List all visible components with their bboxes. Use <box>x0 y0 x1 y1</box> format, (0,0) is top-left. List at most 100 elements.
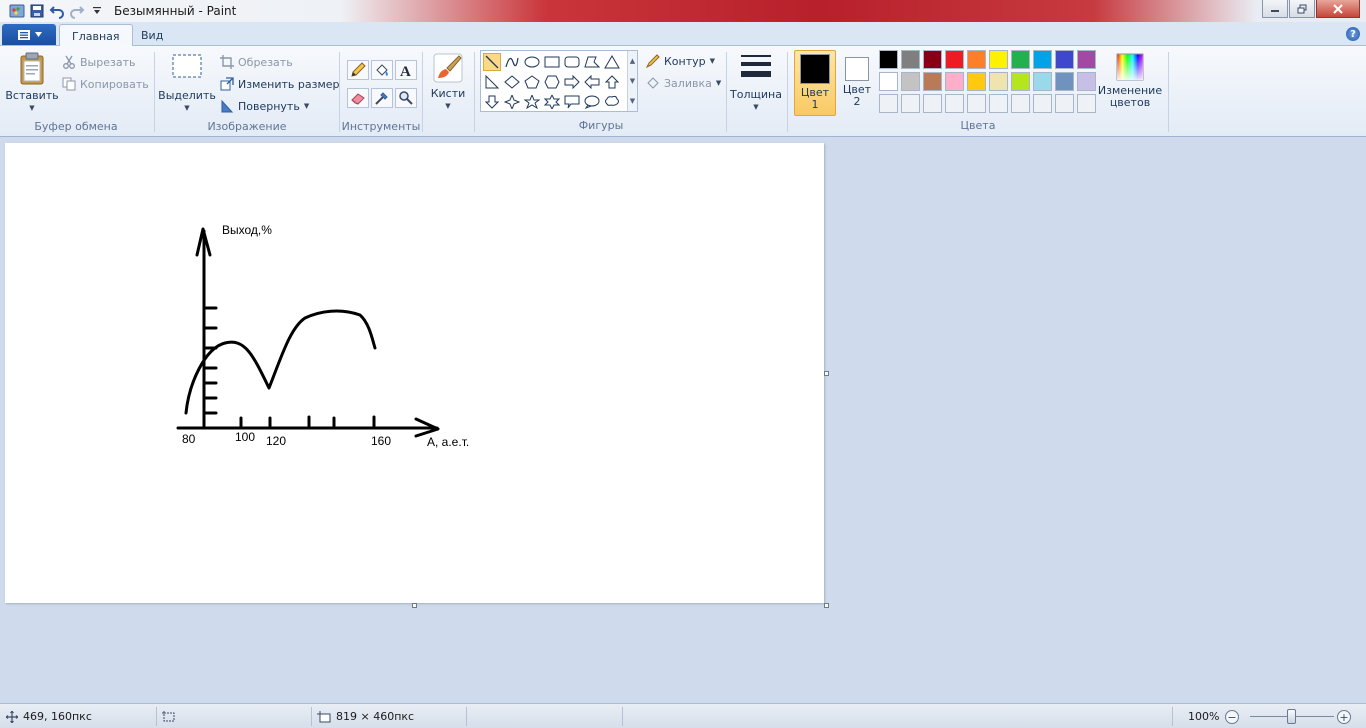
image-group: Выделить ▼ Обрезать Изменить размер Пове… <box>156 48 340 135</box>
rounded-rectangle-shape-icon[interactable] <box>563 53 581 71</box>
left-arrow-shape-icon[interactable] <box>583 73 601 91</box>
down-arrow-shape-icon[interactable] <box>483 93 501 111</box>
cut-button[interactable]: Вырезать <box>62 52 135 72</box>
palette-color-swatch[interactable] <box>1077 72 1096 91</box>
palette-color-swatch[interactable] <box>923 72 942 91</box>
palette-color-swatch[interactable] <box>1033 50 1052 69</box>
eraser-icon[interactable] <box>347 88 369 108</box>
palette-color-swatch[interactable] <box>901 50 920 69</box>
palette-empty-swatch[interactable] <box>879 94 898 113</box>
palette-color-swatch[interactable] <box>945 72 964 91</box>
palette-color-swatch[interactable] <box>1077 50 1096 69</box>
tab-home[interactable]: Главная <box>59 24 133 47</box>
outline-button[interactable]: Контур ▼ <box>646 51 715 71</box>
palette-color-swatch[interactable] <box>1055 72 1074 91</box>
palette-color-swatch[interactable] <box>989 50 1008 69</box>
tools-group-label: Инструменты <box>341 120 421 133</box>
line-shape-icon[interactable] <box>483 53 501 71</box>
six-point-star-shape-icon[interactable] <box>543 93 561 111</box>
zoom-in-button[interactable]: + <box>1337 710 1351 724</box>
resize-handle-corner[interactable] <box>824 603 829 608</box>
x-tick-label-160: 160 <box>371 434 392 448</box>
paste-button[interactable]: Вставить ▼ <box>5 52 59 114</box>
size-button[interactable]: Толщина ▼ <box>730 52 782 113</box>
brushes-button[interactable]: Кисти ▼ <box>428 52 468 112</box>
palette-color-swatch[interactable] <box>1011 50 1030 69</box>
scroll-down-icon[interactable]: ▼ <box>630 77 635 85</box>
gallery-expand-icon[interactable]: ▼ <box>630 97 635 105</box>
palette-empty-swatch[interactable] <box>967 94 986 113</box>
palette-empty-swatch[interactable] <box>945 94 964 113</box>
rectangular-callout-shape-icon[interactable] <box>563 93 581 111</box>
palette-empty-swatch[interactable] <box>901 94 920 113</box>
text-icon[interactable]: A <box>395 60 417 80</box>
palette-empty-swatch[interactable] <box>923 94 942 113</box>
maximize-button[interactable] <box>1289 0 1315 18</box>
crop-icon <box>220 55 234 69</box>
polygon-shape-icon[interactable] <box>583 53 601 71</box>
scroll-up-icon[interactable]: ▲ <box>630 57 635 65</box>
up-arrow-shape-icon[interactable] <box>603 73 621 91</box>
palette-color-swatch[interactable] <box>923 50 942 69</box>
palette-color-swatch[interactable] <box>1011 72 1030 91</box>
rotate-button[interactable]: Повернуть ▼ <box>220 96 309 116</box>
triangle-shape-icon[interactable] <box>603 53 621 71</box>
canvas-workspace[interactable]: Выход,% A, а.е.т. 80 100 120 160 <box>0 137 1366 703</box>
palette-color-swatch[interactable] <box>879 50 898 69</box>
x-axis-label: A, а.е.т. <box>427 435 470 449</box>
five-point-star-shape-icon[interactable] <box>523 93 541 111</box>
help-icon[interactable]: ? <box>1346 27 1360 41</box>
paint-app-icon[interactable] <box>8 2 26 20</box>
edit-colors-button[interactable]: Изменение цветов <box>1098 52 1162 109</box>
oval-shape-icon[interactable] <box>523 53 541 71</box>
undo-icon[interactable] <box>48 2 66 20</box>
tab-view[interactable]: Вид <box>129 24 175 46</box>
palette-color-swatch[interactable] <box>901 72 920 91</box>
app-menu-button[interactable] <box>2 24 56 45</box>
curve-shape-icon[interactable] <box>503 53 521 71</box>
drawing-canvas[interactable]: Выход,% A, а.е.т. 80 100 120 160 <box>5 143 824 603</box>
rectangle-shape-icon[interactable] <box>543 53 561 71</box>
palette-empty-swatch[interactable] <box>1055 94 1074 113</box>
resize-handle-right[interactable] <box>824 371 829 376</box>
copy-button[interactable]: Копировать <box>62 74 149 94</box>
palette-color-swatch[interactable] <box>879 72 898 91</box>
palette-color-swatch[interactable] <box>1055 50 1074 69</box>
cloud-callout-shape-icon[interactable] <box>603 93 621 111</box>
shapes-scrollbar[interactable]: ▲ ▼ ▼ <box>627 51 637 111</box>
palette-empty-swatch[interactable] <box>1011 94 1030 113</box>
color1-button[interactable]: Цвет 1 <box>794 50 836 116</box>
customize-qat-chevron-icon[interactable] <box>88 2 106 20</box>
palette-color-swatch[interactable] <box>945 50 964 69</box>
color2-button[interactable]: Цвет 2 <box>838 50 876 116</box>
select-button[interactable]: Выделить ▼ <box>158 52 216 114</box>
magnifier-icon[interactable] <box>395 88 417 108</box>
diamond-shape-icon[interactable] <box>503 73 521 91</box>
fill-icon[interactable] <box>371 60 393 80</box>
zoom-out-button[interactable]: − <box>1225 710 1239 724</box>
resize-handle-bottom[interactable] <box>412 603 417 608</box>
palette-color-swatch[interactable] <box>989 72 1008 91</box>
oval-callout-shape-icon[interactable] <box>583 93 601 111</box>
resize-button[interactable]: Изменить размер <box>220 74 340 94</box>
palette-empty-swatch[interactable] <box>989 94 1008 113</box>
palette-color-swatch[interactable] <box>1033 72 1052 91</box>
redo-icon[interactable] <box>68 2 86 20</box>
pentagon-shape-icon[interactable] <box>523 73 541 91</box>
crop-button[interactable]: Обрезать <box>220 52 293 72</box>
fill-button[interactable]: Заливка ▼ <box>646 73 721 93</box>
pencil-icon[interactable] <box>347 60 369 80</box>
color-picker-icon[interactable] <box>371 88 393 108</box>
save-icon[interactable] <box>28 2 46 20</box>
palette-empty-swatch[interactable] <box>1077 94 1096 113</box>
palette-color-swatch[interactable] <box>967 72 986 91</box>
hexagon-shape-icon[interactable] <box>543 73 561 91</box>
right-arrow-shape-icon[interactable] <box>563 73 581 91</box>
close-button[interactable] <box>1316 0 1360 18</box>
zoom-slider-thumb[interactable] <box>1287 709 1296 724</box>
palette-empty-swatch[interactable] <box>1033 94 1052 113</box>
right-triangle-shape-icon[interactable] <box>483 73 501 91</box>
four-point-star-shape-icon[interactable] <box>503 93 521 111</box>
palette-color-swatch[interactable] <box>967 50 986 69</box>
minimize-button[interactable] <box>1262 0 1288 18</box>
